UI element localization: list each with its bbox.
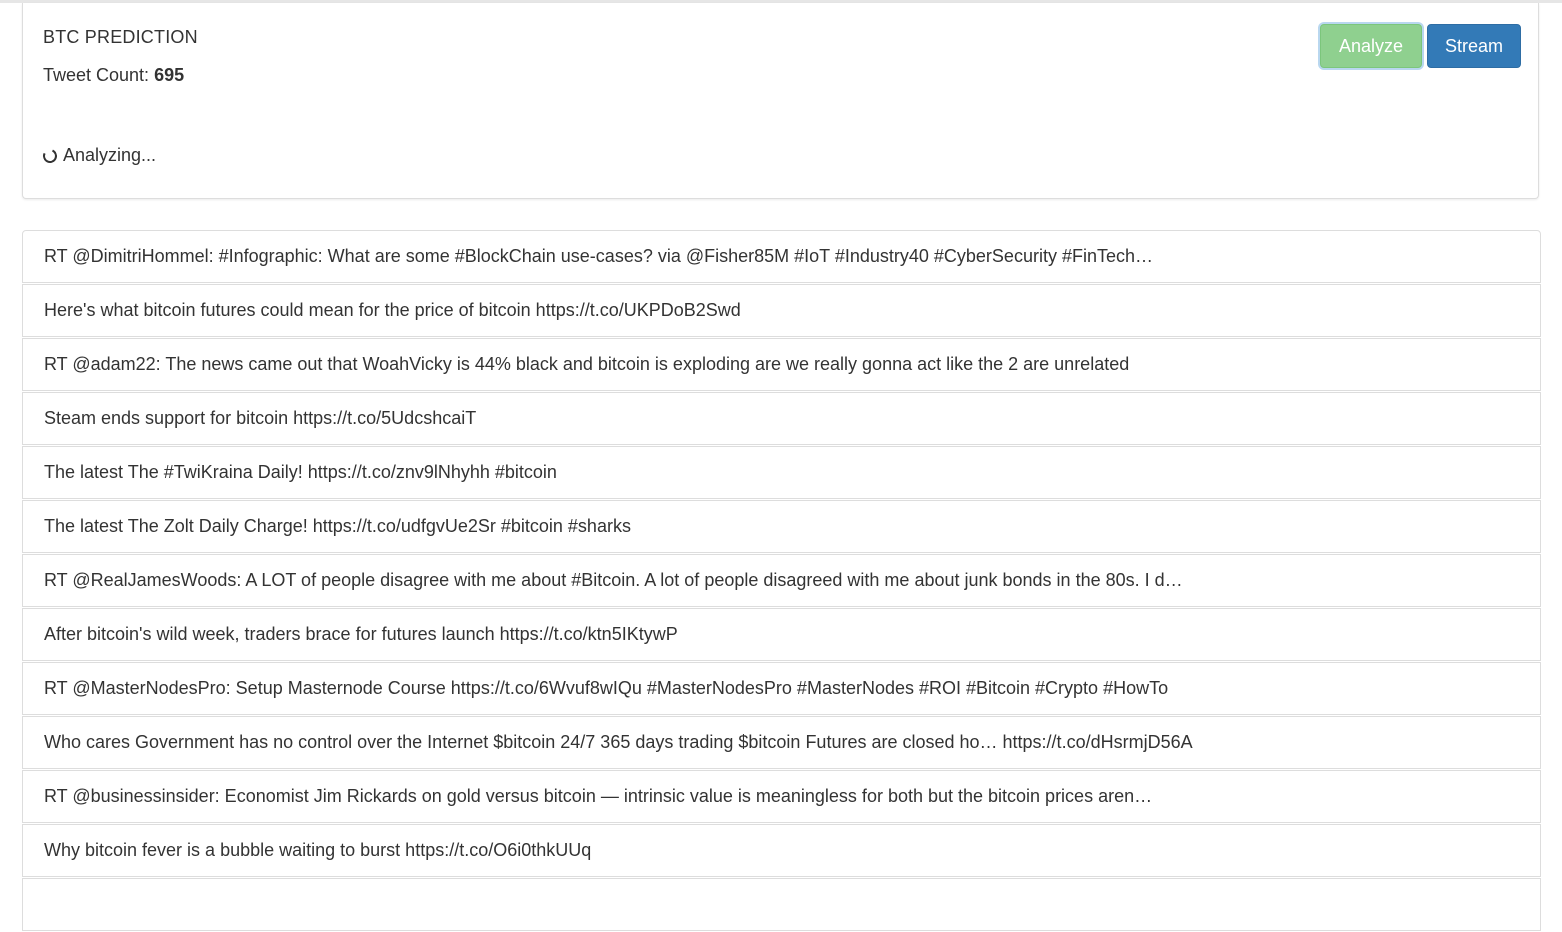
analyze-button[interactable]: Analyze	[1320, 24, 1422, 68]
tweet-item: The latest The #TwiKraina Daily! https:/…	[22, 446, 1541, 499]
tweet-item: Who cares Government has no control over…	[22, 716, 1541, 769]
stream-button[interactable]: Stream	[1427, 24, 1521, 68]
tweet-item	[22, 878, 1541, 931]
spinner-icon	[41, 146, 59, 165]
tweet-item: Why bitcoin fever is a bubble waiting to…	[22, 824, 1541, 877]
tweet-item: Steam ends support for bitcoin https://t…	[22, 392, 1541, 445]
tweet-item: After bitcoin's wild week, traders brace…	[22, 608, 1541, 661]
tweet-count-value: 695	[154, 65, 185, 85]
tweet-item: Here's what bitcoin futures could mean f…	[22, 284, 1541, 337]
analysis-status: Analyzing...	[41, 145, 157, 166]
tweet-list: RT @DimitriHommel: #Infographic: What ar…	[22, 230, 1541, 932]
tweet-item: RT @RealJamesWoods: A LOT of people disa…	[22, 554, 1541, 607]
tweet-count: Tweet Count: 695	[43, 65, 184, 86]
tweet-item: The latest The Zolt Daily Charge! https:…	[22, 500, 1541, 553]
tweet-item: RT @MasterNodesPro: Setup Masternode Cou…	[22, 662, 1541, 715]
prediction-panel: BTC PREDICTION Tweet Count: 695 Analyzin…	[22, 3, 1539, 199]
tweet-item: RT @adam22: The news came out that WoahV…	[22, 338, 1541, 391]
status-text: Analyzing...	[63, 145, 157, 165]
tweet-item: RT @businessinsider: Economist Jim Ricka…	[22, 770, 1541, 823]
tweet-item: RT @DimitriHommel: #Infographic: What ar…	[22, 230, 1541, 283]
tweet-count-label: Tweet Count:	[43, 65, 150, 85]
page-title: BTC PREDICTION	[43, 27, 198, 47]
